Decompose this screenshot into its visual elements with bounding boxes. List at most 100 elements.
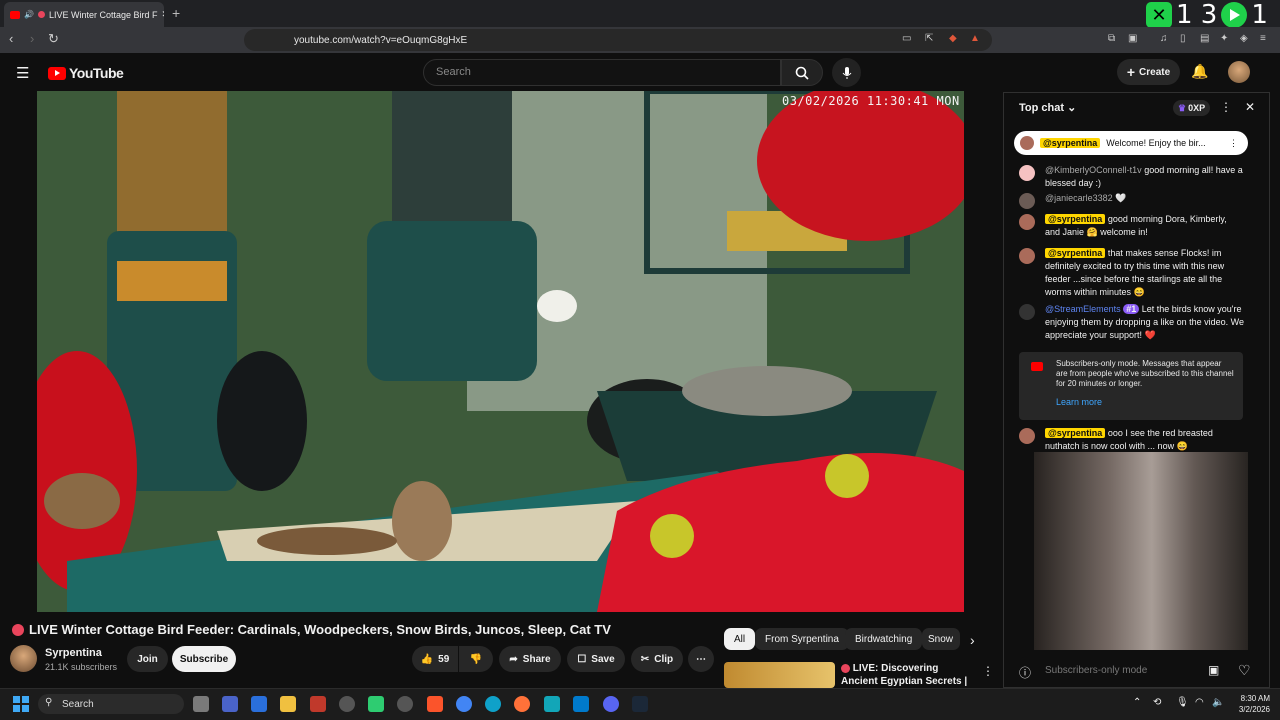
info-icon[interactable]: ⓘ	[1019, 664, 1031, 681]
brave-icon[interactable]	[427, 696, 443, 712]
pinned-message[interactable]: @syrpentina Welcome! Enjoy the bir... ⋮	[1014, 131, 1248, 155]
save-button[interactable]: ☐ Save	[567, 646, 625, 672]
heart-icon[interactable]: ♡	[1238, 662, 1251, 679]
join-button[interactable]: Join	[127, 646, 168, 672]
leo-icon[interactable]: ✦	[1220, 31, 1228, 47]
channel-name[interactable]: Syrpentina	[45, 647, 102, 659]
reload-icon[interactable]: ↻	[48, 31, 59, 47]
chat-username[interactable]: @syrpentina	[1045, 214, 1106, 224]
forward-icon[interactable]: ›	[30, 31, 34, 47]
xp-badge[interactable]: ♛ 0XP	[1173, 100, 1211, 116]
search-button[interactable]	[781, 59, 823, 86]
taskbar-search[interactable]: ⚲ Search	[38, 694, 184, 714]
windows-start-icon[interactable]	[13, 696, 29, 712]
audio-icon[interactable]: 🔊	[24, 10, 34, 19]
clip-button[interactable]: ✂ Clip	[631, 646, 683, 672]
volume-icon[interactable]: 🔈	[1212, 697, 1224, 708]
share-icon: ➦	[509, 653, 518, 665]
tray-chevron-icon[interactable]: ⌃	[1133, 697, 1141, 708]
wallet-icon[interactable]: ▤	[1200, 31, 1209, 47]
app-icon[interactable]	[544, 696, 560, 712]
app-icon[interactable]	[368, 696, 384, 712]
app-icon[interactable]	[397, 696, 413, 712]
taskbar-clock[interactable]: 8:30 AM 3/2/2026	[1230, 693, 1270, 715]
crown-icon: ♛	[1178, 102, 1187, 113]
chat-username[interactable]: @syrpentina	[1045, 248, 1106, 258]
chat-input[interactable]: Subscribers-only mode	[1045, 665, 1147, 676]
avatar	[1019, 304, 1035, 320]
taskview-icon[interactable]	[193, 696, 209, 712]
app-icon[interactable]	[222, 696, 238, 712]
pinned-more-icon[interactable]: ⋮	[1229, 138, 1238, 149]
share-button[interactable]: ➦ Share	[499, 646, 561, 672]
hamburger-menu-icon[interactable]: ☰	[16, 64, 29, 82]
youtube-logo[interactable]: YouTube	[48, 65, 124, 81]
address-bar[interactable]: youtube.com/watch?v=eOuqmG8gHxE	[244, 29, 992, 51]
more-vert-icon[interactable]: ⋮	[982, 664, 994, 678]
app-icon[interactable]	[251, 696, 267, 712]
close-icon[interactable]: ✕	[1245, 100, 1255, 114]
browser-tab[interactable]: 🔊 LIVE Winter Cottage Bird F ✕	[4, 2, 164, 27]
chip-all[interactable]: All	[724, 628, 756, 650]
media-icon[interactable]: ♫	[1160, 31, 1168, 47]
create-label: Create	[1139, 66, 1171, 78]
create-button[interactable]: + Create	[1117, 59, 1180, 85]
chat-username[interactable]: @StreamElements	[1045, 304, 1121, 314]
vpn-icon[interactable]: ◈	[1240, 31, 1248, 47]
learn-more-link[interactable]: Learn more	[1056, 397, 1235, 407]
discord-icon[interactable]	[603, 696, 619, 712]
channel-avatar[interactable]	[10, 645, 37, 672]
steam-icon[interactable]	[632, 696, 648, 712]
chevron-right-icon[interactable]: ›	[970, 632, 975, 648]
like-button[interactable]: 👍 59	[412, 646, 458, 672]
sidebar-icon[interactable]: ▯	[1180, 31, 1186, 47]
firefox-icon[interactable]	[514, 696, 530, 712]
screenshot-icon[interactable]: ▣	[1128, 31, 1137, 47]
chat-message: @syrpentina that makes sense Flocks! im …	[1019, 247, 1244, 299]
chat-username[interactable]: @KimberlyOConnell-t1v	[1045, 165, 1142, 175]
dislike-button[interactable]: 👎	[459, 646, 493, 672]
search-input[interactable]: Search	[423, 59, 781, 86]
video-title-text: LIVE Winter Cottage Bird Feeder: Cardina…	[29, 622, 611, 637]
chrome-icon[interactable]	[456, 696, 472, 712]
submode-text: Subscribers-only mode. Messages that app…	[1056, 359, 1234, 388]
chip-snow[interactable]: Snow	[922, 628, 960, 650]
avatar	[1019, 248, 1035, 264]
chat-username[interactable]: @janiecarle3382	[1045, 193, 1113, 203]
money-icon[interactable]: ▣	[1208, 663, 1219, 677]
video-player[interactable]: 03/02/2026 11:30:41 MON	[37, 91, 964, 612]
video-title: LIVE Winter Cottage Bird Feeder: Cardina…	[12, 622, 611, 637]
share-page-icon[interactable]: ⇱	[925, 31, 933, 47]
chat-more-icon[interactable]: ⋮	[1220, 100, 1232, 114]
wifi-icon[interactable]: ◠	[1195, 697, 1204, 708]
app-icon[interactable]	[339, 696, 355, 712]
menu-icon[interactable]: ≡	[1260, 31, 1266, 47]
file-explorer-icon[interactable]	[280, 696, 296, 712]
recommended-thumbnail[interactable]	[724, 662, 835, 688]
vscode-icon[interactable]	[573, 696, 589, 712]
cast-icon[interactable]: ▭	[902, 31, 911, 47]
chat-mode-selector[interactable]: Top chat ⌄	[1019, 101, 1076, 114]
subscribe-button[interactable]: Subscribe	[172, 646, 236, 672]
logo-text: YouTube	[69, 65, 124, 81]
new-tab-button[interactable]: +	[172, 5, 180, 21]
chip-birdwatching[interactable]: Birdwatching	[845, 628, 923, 650]
back-icon[interactable]: ‹	[9, 31, 13, 47]
voice-search-button[interactable]	[832, 58, 861, 87]
avatar	[1019, 428, 1035, 444]
brave-rewards-icon[interactable]: ▲	[970, 31, 980, 47]
mic-icon[interactable]: 🎙	[1176, 697, 1189, 708]
notifications-bell-icon[interactable]: 🔔	[1191, 63, 1208, 80]
edge-icon[interactable]	[485, 696, 501, 712]
more-actions-button[interactable]: ⋯	[688, 646, 714, 672]
tab-close-icon[interactable]: ✕	[162, 9, 164, 20]
tray-app-icon[interactable]: ⟲	[1153, 697, 1161, 708]
overlay-right-number: 1	[1251, 0, 1268, 30]
chat-username[interactable]: @syrpentina	[1045, 428, 1106, 438]
app-icon[interactable]	[310, 696, 326, 712]
user-avatar[interactable]	[1228, 61, 1250, 83]
chip-from-channel[interactable]: From Syrpentina	[755, 628, 849, 650]
brave-shield-icon[interactable]: ◆	[949, 31, 957, 47]
like-count: 59	[438, 653, 450, 665]
extensions-icon[interactable]: ⧉	[1108, 31, 1115, 47]
